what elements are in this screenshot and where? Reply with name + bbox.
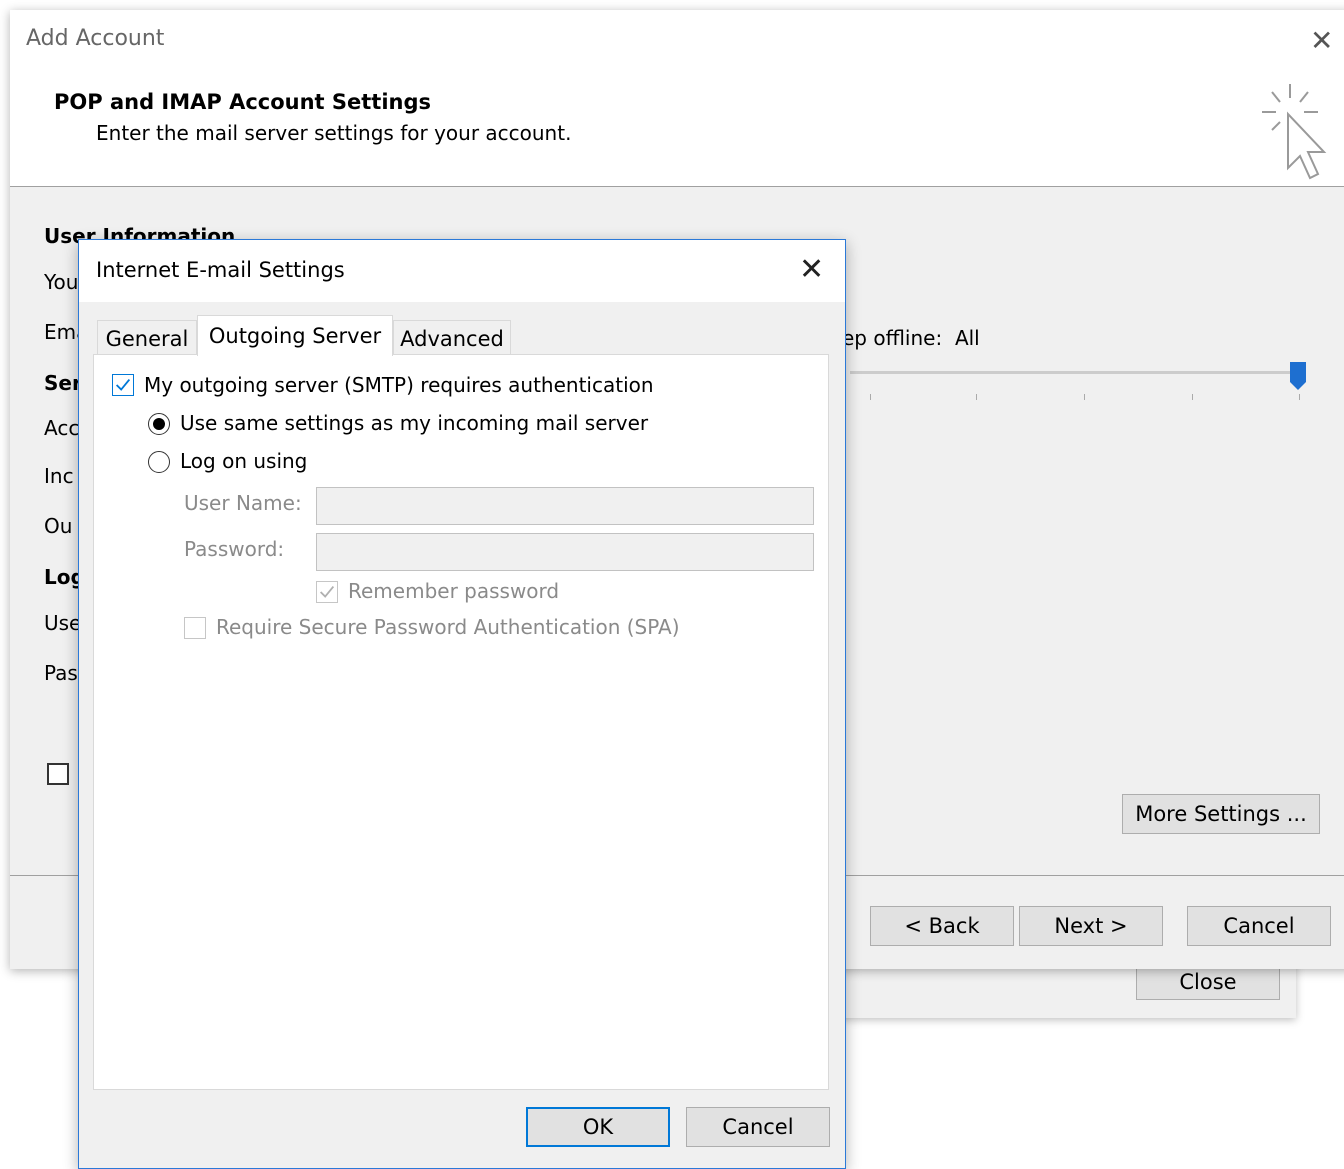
checkmark-icon — [319, 585, 335, 598]
dialog-cancel-button[interactable]: Cancel — [686, 1107, 830, 1147]
password-label: Password: — [184, 537, 285, 561]
smtp-auth-label: My outgoing server (SMTP) requires authe… — [144, 373, 654, 397]
slider-tick — [1299, 394, 1300, 400]
mail-offline-label: ep offline: All — [842, 326, 980, 350]
slider-tick — [870, 394, 871, 400]
next-button[interactable]: Next > — [1019, 906, 1163, 946]
slider-tick — [1084, 394, 1085, 400]
remember-checkbox[interactable] — [47, 763, 69, 785]
tab-general[interactable]: General — [97, 320, 197, 356]
user-name-input[interactable] — [316, 487, 814, 525]
label-incoming-server: Inc — [44, 464, 74, 488]
checkmark-icon — [115, 378, 131, 391]
same-settings-label: Use same settings as my incoming mail se… — [180, 411, 649, 435]
tab-outgoing-server[interactable]: Outgoing Server — [197, 315, 393, 356]
window-title: Add Account — [26, 26, 165, 51]
spa-checkbox[interactable] — [184, 617, 206, 639]
add-account-header: Add Account ✕ POP and IMAP Account Setti… — [10, 10, 1344, 187]
slider-tick — [1192, 394, 1193, 400]
back-button[interactable]: < Back — [870, 906, 1014, 946]
offline-value: All — [954, 326, 980, 350]
section-server-information: Ser — [44, 371, 82, 395]
page-subheading: Enter the mail server settings for your … — [96, 121, 572, 145]
cursor-sparkle-icon — [1262, 84, 1327, 180]
offline-slider-track[interactable] — [850, 371, 1306, 374]
remember-password-checkbox[interactable] — [316, 581, 338, 603]
slider-tick — [976, 394, 977, 400]
label-password: Pas — [44, 661, 78, 685]
remember-password-label: Remember password — [348, 579, 560, 603]
cancel-button[interactable]: Cancel — [1187, 906, 1331, 946]
ok-button[interactable]: OK — [526, 1107, 670, 1147]
page-heading: POP and IMAP Account Settings — [54, 90, 432, 114]
user-name-label: User Name: — [184, 491, 302, 515]
close-button[interactable]: Close — [1136, 964, 1280, 1000]
same-settings-radio[interactable] — [148, 413, 170, 435]
log-on-using-radio[interactable] — [148, 451, 170, 473]
dialog-title: Internet E-mail Settings — [96, 258, 345, 282]
smtp-auth-checkbox[interactable] — [112, 374, 134, 396]
label-account-type: Acc — [44, 416, 80, 440]
spa-label: Require Secure Password Authentication (… — [216, 615, 680, 639]
offline-label-text: ep offline: — [842, 326, 943, 350]
offline-slider-thumb[interactable] — [1290, 362, 1306, 390]
more-settings-button[interactable]: More Settings ... — [1122, 794, 1320, 834]
dialog-titlebar: Internet E-mail Settings ✕ — [79, 240, 845, 302]
tab-advanced[interactable]: Advanced — [393, 320, 511, 356]
label-your-name: You — [44, 270, 79, 294]
password-input[interactable] — [316, 533, 814, 571]
internet-email-settings-dialog: Internet E-mail Settings ✕ General Outgo… — [78, 239, 846, 1169]
label-outgoing-server: Ou — [44, 514, 73, 538]
label-user-name: Use — [44, 611, 82, 635]
log-on-using-label: Log on using — [180, 449, 308, 473]
close-icon[interactable]: ✕ — [1310, 24, 1333, 57]
outgoing-server-panel: My outgoing server (SMTP) requires authe… — [93, 354, 829, 1090]
close-icon[interactable]: ✕ — [799, 252, 824, 287]
